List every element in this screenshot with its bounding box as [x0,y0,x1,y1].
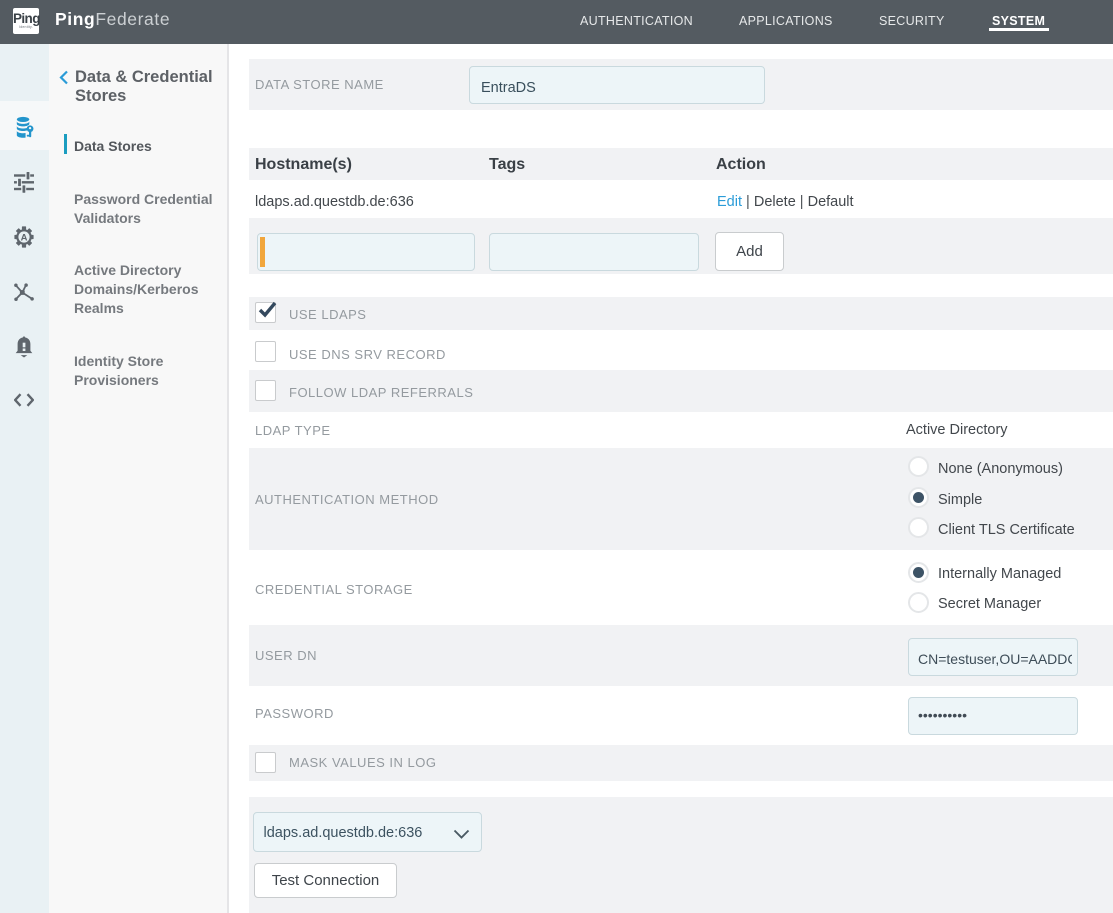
svg-text:A: A [21,232,28,243]
